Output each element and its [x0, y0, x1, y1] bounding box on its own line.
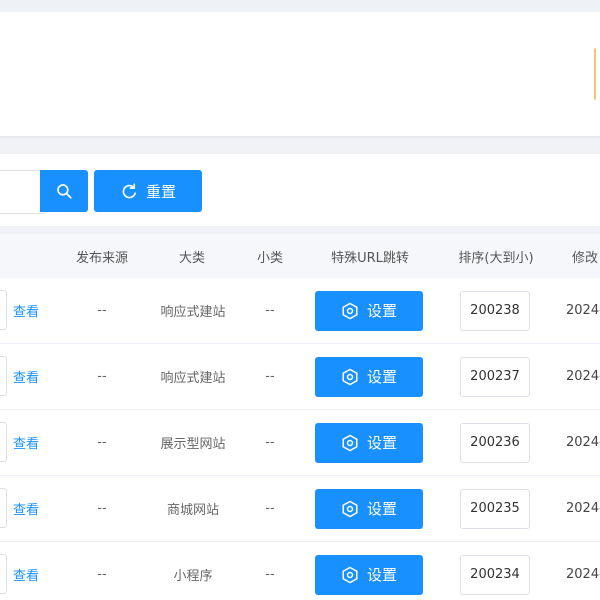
view-link[interactable]: 查看 — [10, 278, 42, 343]
right-edge-accent — [594, 48, 600, 100]
left-input-fragment — [0, 422, 7, 462]
reset-label: 重置 — [145, 182, 176, 201]
major-category-cell: 展示型网站 — [160, 437, 226, 452]
reset-button[interactable]: 重置 — [94, 170, 202, 212]
modified-cell: 2024- — [566, 435, 600, 450]
sort-value: 200236 — [470, 435, 520, 450]
search-input[interactable] — [0, 170, 45, 214]
left-input-fragment — [0, 356, 7, 396]
sort-value: 200234 — [470, 567, 520, 582]
table-row: 查看 -- 商城网站 -- 设置 200235 2024- — [0, 476, 600, 542]
minor-category-cell: -- — [265, 303, 275, 318]
table-row: 查看 -- 小程序 -- 设置 200234 2024- — [0, 542, 600, 600]
publish-source-cell: -- — [97, 303, 107, 318]
column-modified: 修改 — [572, 250, 599, 266]
table-row: 查看 -- 响应式建站 -- 设置 200238 2024- — [0, 278, 600, 344]
column-special-url: 特殊URL跳转 — [331, 250, 409, 266]
sort-cell: 200236 — [460, 410, 530, 475]
settings-button[interactable]: 设置 — [315, 422, 423, 463]
search-button[interactable] — [40, 170, 88, 212]
settings-cell: 设置 — [314, 344, 424, 409]
settings-label: 设置 — [366, 434, 397, 452]
view-link-label: 查看 — [12, 305, 39, 320]
view-link[interactable]: 查看 — [10, 476, 42, 541]
table-header: 发布来源 大类 小类 特殊URL跳转 排序(大到小) 修改 — [0, 234, 600, 279]
minor-category-cell: -- — [265, 501, 275, 516]
publish-source-cell: -- — [97, 567, 107, 582]
left-input-fragment — [0, 488, 7, 528]
minor-category-cell: -- — [265, 567, 275, 582]
hexagon-gear-icon — [341, 500, 359, 518]
settings-cell: 设置 — [314, 476, 424, 541]
modified-cell: 2024- — [566, 369, 600, 384]
major-category-cell: 小程序 — [173, 569, 213, 584]
sort-input[interactable]: 200236 — [460, 422, 530, 463]
top-panel — [0, 12, 600, 137]
search-icon — [55, 182, 73, 200]
sort-value: 200238 — [470, 303, 520, 318]
top-strip — [0, 0, 600, 12]
hexagon-gear-icon — [341, 434, 359, 452]
settings-cell: 设置 — [314, 542, 424, 600]
left-input-fragment — [0, 554, 7, 594]
settings-button[interactable]: 设置 — [315, 290, 423, 331]
major-category-cell: 响应式建站 — [160, 371, 226, 386]
view-link-label: 查看 — [12, 371, 39, 386]
settings-button[interactable]: 设置 — [315, 488, 423, 529]
column-sort: 排序(大到小) — [458, 250, 534, 266]
sort-cell: 200234 — [460, 542, 530, 600]
view-link[interactable]: 查看 — [10, 344, 42, 409]
sort-value: 200237 — [470, 369, 520, 384]
table-row: 查看 -- 展示型网站 -- 设置 200236 2024- — [0, 410, 600, 476]
minor-category-cell: -- — [265, 369, 275, 384]
sort-input[interactable]: 200234 — [460, 554, 530, 595]
sort-cell: 200237 — [460, 344, 530, 409]
major-category-cell: 商城网站 — [166, 503, 219, 518]
view-link-label: 查看 — [12, 437, 39, 452]
search-toolbar: 重置 — [0, 154, 600, 226]
major-category-cell: 响应式建站 — [160, 305, 226, 320]
left-input-fragment — [0, 290, 7, 330]
view-link[interactable]: 查看 — [10, 410, 42, 475]
publish-source-cell: -- — [97, 369, 107, 384]
table-row: 查看 -- 响应式建站 -- 设置 200237 2024- — [0, 344, 600, 410]
minor-category-cell: -- — [265, 435, 275, 450]
publish-source-cell: -- — [97, 435, 107, 450]
settings-button[interactable]: 设置 — [315, 554, 423, 595]
column-minor-category: 小类 — [256, 250, 283, 266]
column-publish-source: 发布来源 — [75, 250, 128, 266]
modified-cell: 2024- — [566, 303, 600, 318]
hexagon-gear-icon — [341, 566, 359, 584]
settings-label: 设置 — [366, 368, 397, 386]
settings-cell: 设置 — [314, 410, 424, 475]
sort-input[interactable]: 200238 — [460, 290, 530, 331]
sort-value: 200235 — [470, 501, 520, 516]
refresh-icon — [120, 182, 138, 200]
settings-label: 设置 — [366, 500, 397, 518]
publish-source-cell: -- — [97, 501, 107, 516]
settings-cell: 设置 — [314, 278, 424, 343]
view-link-label: 查看 — [12, 503, 39, 518]
modified-cell: 2024- — [566, 567, 600, 582]
hexagon-gear-icon — [341, 302, 359, 320]
sort-cell: 200235 — [460, 476, 530, 541]
hexagon-gear-icon — [341, 368, 359, 386]
modified-cell: 2024- — [566, 501, 600, 516]
settings-label: 设置 — [366, 302, 397, 320]
page-root: 重置 发布来源 大类 小类 特殊URL跳转 排序(大到小) 修改 查看 -- 响… — [0, 0, 600, 600]
column-major-category: 大类 — [178, 250, 205, 266]
settings-button[interactable]: 设置 — [315, 356, 423, 397]
sort-input[interactable]: 200237 — [460, 356, 530, 397]
view-link[interactable]: 查看 — [10, 542, 42, 600]
sort-cell: 200238 — [460, 278, 530, 343]
view-link-label: 查看 — [12, 569, 39, 584]
table-body: 查看 -- 响应式建站 -- 设置 200238 2024- — [0, 278, 600, 600]
settings-label: 设置 — [366, 566, 397, 584]
sort-input[interactable]: 200235 — [460, 488, 530, 529]
